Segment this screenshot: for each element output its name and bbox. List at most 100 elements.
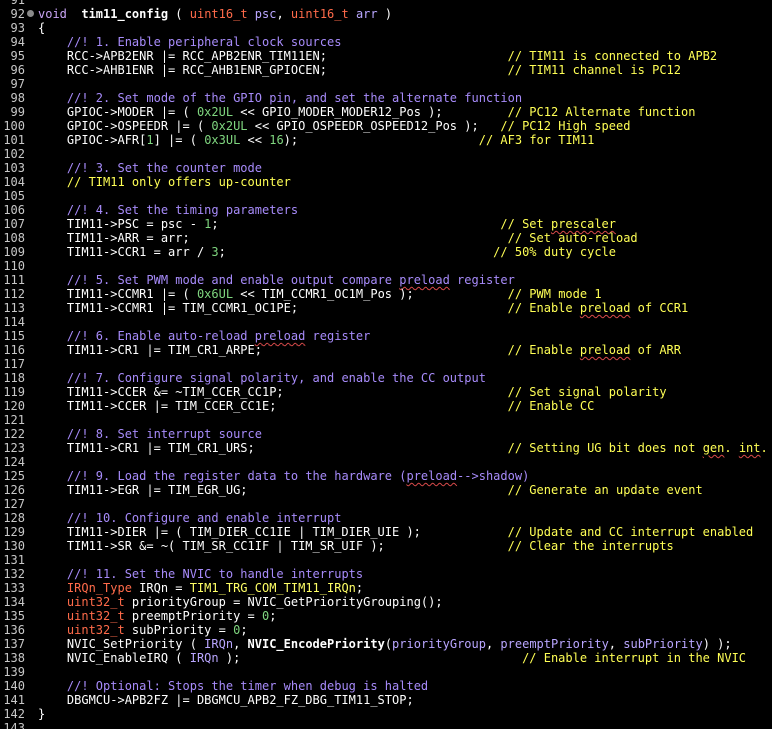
code-line[interactable]: 104 // TIM11 only offers up-counter [0, 175, 772, 189]
token: ) [377, 7, 393, 21]
code-line[interactable]: 135 uint32_t preemptPriority = 0; [0, 609, 772, 623]
code-line[interactable]: 113 TIM11->CCMR1 |= TIM_CCMR1_OC1PE; // … [0, 301, 772, 315]
code-line[interactable]: 130 TIM11->SR &= ~( TIM_SR_CC1IF | TIM_S… [0, 539, 772, 553]
code-line[interactable]: 110 [0, 259, 772, 273]
token-cy: // AF3 for TIM11 [478, 133, 595, 147]
code-line[interactable]: 124 [0, 455, 772, 469]
code-line[interactable]: 103 //! 3. Set the counter mode [0, 161, 772, 175]
code-line[interactable]: 140 //! Optional: Stops the timer when d… [0, 679, 772, 693]
code-line[interactable]: 100 GPIOC->OSPEEDR |= ( 0x2UL << GPIO_OS… [0, 119, 772, 133]
code-line[interactable]: 142} [0, 707, 772, 721]
line-number: 111 [3, 273, 25, 287]
code-line[interactable]: 126 TIM11->EGR |= TIM_EGR_UG; // Generat… [0, 483, 772, 497]
code-line[interactable]: 139 [0, 665, 772, 679]
line-number: 135 [3, 609, 25, 623]
code-text: //! 2. Set mode of the GPIO pin, and set… [38, 91, 522, 105]
code-text: //! Optional: Stops the timer when debug… [38, 679, 428, 693]
code-text: //! 5. Set PWM mode and enable output co… [38, 273, 515, 287]
token-kw: void [38, 7, 67, 21]
token-fn: NVIC_EncodePriority [247, 637, 385, 651]
code-line[interactable]: 136 uint32_t subPriority = 0; [0, 623, 772, 637]
token: GPIOC->OSPEEDR |= ( [38, 119, 212, 133]
code-line[interactable]: 114 [0, 315, 772, 329]
code-line[interactable]: 101 GPIOC->AFR[1] |= ( 0x3UL << 16); // … [0, 133, 772, 147]
code-line[interactable]: 97 [0, 77, 772, 91]
code-line[interactable]: 122 //! 8. Set interrupt source [0, 427, 772, 441]
line-number: 132 [3, 567, 25, 581]
fold-toggle-icon[interactable] [27, 10, 34, 17]
code-line[interactable]: 106 //! 4. Set the timing parameters [0, 203, 772, 217]
token: ) ); [702, 637, 732, 651]
code-line[interactable]: 137 NVIC_SetPriority ( IRQn, NVIC_Encode… [0, 637, 772, 651]
token-cm: //! 3. Set the counter mode [66, 161, 262, 175]
code-text: GPIOC->MODER |= ( 0x2UL << GPIO_MODER_MO… [38, 105, 696, 119]
code-line[interactable]: 127 [0, 497, 772, 511]
line-number: 101 [3, 133, 25, 147]
code-text: uint32_t priorityGroup = NVIC_GetPriorit… [38, 595, 443, 609]
code-line[interactable]: 118 //! 7. Configure signal polarity, an… [0, 371, 772, 385]
code-line[interactable]: 92 void tim11_config ( uint16_t psc, uint… [0, 7, 772, 21]
code-line[interactable]: 105 [0, 189, 772, 203]
code-line[interactable]: 111 //! 5. Set PWM mode and enable outpu… [0, 273, 772, 287]
line-number: 98 [10, 91, 25, 105]
token-cm: //! Optional: Stops the timer when debug… [66, 679, 429, 693]
code-line[interactable]: 102 [0, 147, 772, 161]
code-line[interactable]: 138 NVIC_EnableIRQ ( IRQn ); // Enable i… [0, 651, 772, 665]
code-line[interactable]: 115 //! 6. Enable auto-reload preload re… [0, 329, 772, 343]
code-line[interactable]: 123 TIM11->CR1 |= TIM_CR1_URS; // Settin… [0, 441, 772, 455]
code-line[interactable]: 120 TIM11->CCER |= TIM_CCER_CC1E; // Ena… [0, 399, 772, 413]
line-number: 102 [3, 147, 25, 161]
token: TIM11->ARR = arr; [38, 231, 508, 245]
code-line[interactable]: 96 RCC->AHB1ENR |= RCC_AHB1ENR_GPIOCEN; … [0, 63, 772, 77]
code-line[interactable]: 112 TIM11->CCMR1 |= ( 0x6UL << TIM_CCMR1… [0, 287, 772, 301]
code-text: TIM11->PSC = psc - 1; // Set prescaler [38, 217, 616, 231]
code-text: //! 6. Enable auto-reload preload regist… [38, 329, 370, 343]
line-number: 107 [3, 217, 25, 231]
code-line[interactable]: 93 { [0, 21, 772, 35]
code-line[interactable]: 116 TIM11->CR1 |= TIM_CR1_ARPE; // Enabl… [0, 343, 772, 357]
code-line[interactable]: 94 //! 1. Enable peripheral clock source… [0, 35, 772, 49]
code-line[interactable]: 128 //! 10. Configure and enable interru… [0, 511, 772, 525]
code-line[interactable]: 141 DBGMCU->APB2FZ |= DBGMCU_APB2_FZ_DBG… [0, 693, 772, 707]
token-cm: register [449, 273, 515, 287]
code-line[interactable]: 131 [0, 553, 772, 567]
token-pm: priorityGroup [392, 637, 486, 651]
code-line[interactable]: 121 [0, 413, 772, 427]
code-line[interactable]: 98 //! 2. Set mode of the GPIO pin, and … [0, 91, 772, 105]
token: ; [218, 245, 494, 259]
code-line[interactable]: 125 //! 9. Load the register data to the… [0, 469, 772, 483]
token-cy: // Enable interrupt in the NVIC [522, 651, 747, 665]
code-line[interactable]: 107 TIM11->PSC = psc - 1; // Set prescal… [0, 217, 772, 231]
code-line[interactable]: 133 IRQn_Type IRQn = TIM1_TRG_COM_TIM11_… [0, 581, 772, 595]
line-number: 97 [10, 77, 25, 91]
token: << GPIO_OSPEEDR_OSPEED12_Pos ); [247, 119, 501, 133]
code-line[interactable]: 109 TIM11->CCR1 = arr / 3; // 50% duty c… [0, 245, 772, 259]
code-line[interactable]: 95 RCC->APB2ENR |= RCC_APB2ENR_TIM11EN; … [0, 49, 772, 63]
code-text: NVIC_EnableIRQ ( IRQn ); // Enable inter… [38, 651, 746, 665]
line-number: 136 [3, 623, 25, 637]
token: ; [355, 581, 364, 595]
code-line[interactable]: 119 TIM11->CCER &= ~TIM_CCER_CC1P; // Se… [0, 385, 772, 399]
token-cm: //! 1. Enable peripheral clock sources [66, 35, 342, 49]
token-cy: // Clear the interrupts [507, 539, 674, 553]
code-line[interactable]: 134 uint32_t priorityGroup = NVIC_GetPri… [0, 595, 772, 609]
token-ty: uint32_t [66, 623, 125, 637]
code-line[interactable]: 117 [0, 357, 772, 371]
code-text: //! 11. Set the NVIC to handle interrupt… [38, 567, 363, 581]
token-mac: TIM1_TRG_COM_TIM11_IRQn [189, 581, 356, 595]
code-line[interactable]: 132 //! 11. Set the NVIC to handle inter… [0, 567, 772, 581]
token: NVIC_SetPriority ( [38, 637, 205, 651]
code-editor[interactable]: 91 92 void tim11_config ( uint16_t psc, ui… [0, 0, 772, 729]
line-number: 129 [3, 525, 25, 539]
code-line[interactable]: 91 [0, 0, 772, 7]
code-line[interactable]: 108 TIM11->ARR = arr; // Set auto-reload [0, 231, 772, 245]
code-area[interactable]: 91 92 void tim11_config ( uint16_t psc, ui… [0, 0, 772, 729]
code-line[interactable]: 143 [0, 721, 772, 729]
line-number: 113 [3, 301, 25, 315]
code-line[interactable]: 99 GPIOC->MODER |= ( 0x2UL << GPIO_MODER… [0, 105, 772, 119]
code-text: { [38, 21, 45, 35]
code-line[interactable]: 129 TIM11->DIER |= ( TIM_DIER_CC1IE | TI… [0, 525, 772, 539]
token: RCC->AHB1ENR |= RCC_AHB1ENR_GPIOCEN; [38, 63, 508, 77]
